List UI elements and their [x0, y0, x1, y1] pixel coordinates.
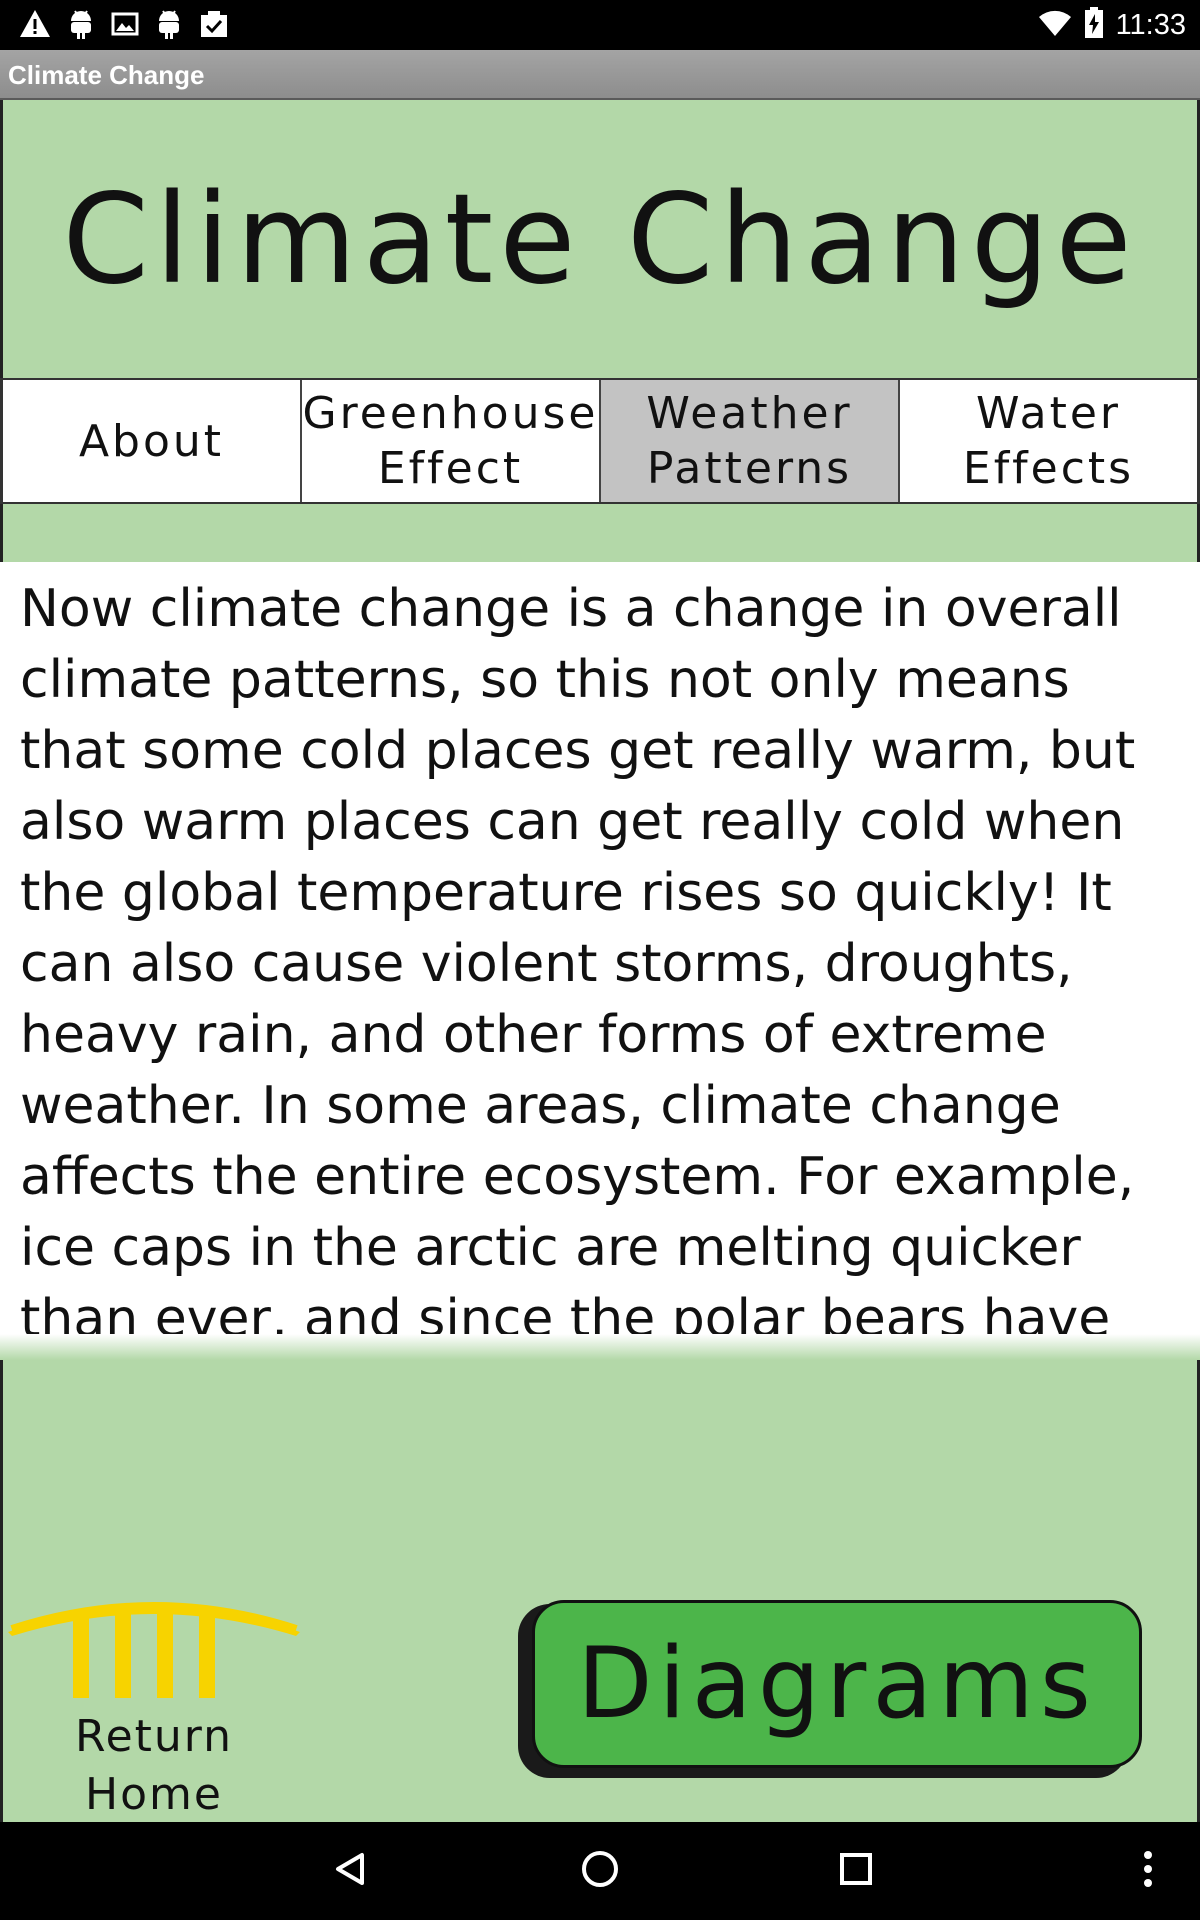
- status-clock: 11:33: [1115, 8, 1186, 41]
- tab-water-effects[interactable]: Water Effects: [898, 380, 1200, 502]
- android-icon: [154, 7, 184, 45]
- content-text-scroll[interactable]: Now climate change is a change in overal…: [0, 562, 1200, 1344]
- tab-weather-patterns[interactable]: Weather Patterns: [599, 380, 898, 502]
- home-button[interactable]: [560, 1822, 640, 1920]
- diagrams-button[interactable]: Diagrams: [532, 1600, 1142, 1768]
- menu-icon: [1142, 1849, 1154, 1893]
- overflow-menu-button[interactable]: [1128, 1822, 1168, 1920]
- tab-about[interactable]: About: [0, 380, 300, 502]
- battery-charging-icon: [1084, 7, 1104, 43]
- tab-label: Weather Patterns: [646, 388, 853, 494]
- warning-icon: [18, 7, 52, 45]
- app-bar: Climate Change: [0, 50, 1200, 100]
- content-body-text: Now climate change is a change in overal…: [20, 579, 1136, 1344]
- status-bar: 11:33: [0, 0, 1200, 50]
- recents-button[interactable]: [816, 1822, 896, 1920]
- android-icon: [66, 7, 96, 45]
- tab-label: Water Effects: [962, 388, 1135, 494]
- temple-icon: [8, 1594, 300, 1706]
- page-title: Climate Change: [62, 168, 1138, 312]
- notification-icons: [18, 7, 230, 45]
- clipboard-check-icon: [198, 7, 230, 45]
- back-button[interactable]: [310, 1822, 390, 1920]
- status-right: 11:33: [1038, 0, 1186, 50]
- recents-icon: [836, 1849, 876, 1893]
- app-bar-title: Climate Change: [8, 60, 205, 90]
- tab-label: About: [78, 415, 225, 467]
- return-home-button[interactable]: Return Home: [8, 1594, 300, 1820]
- image-icon: [110, 7, 140, 45]
- system-nav-bar: [0, 1822, 1200, 1920]
- tab-label: Greenhouse Effect: [302, 388, 599, 494]
- tab-greenhouse-effect[interactable]: Greenhouse Effect: [300, 380, 599, 502]
- home-icon: [580, 1849, 620, 1893]
- return-home-label: Return Home: [74, 1711, 233, 1820]
- scroll-fade-edge: [0, 1334, 1200, 1360]
- back-icon: [330, 1849, 370, 1893]
- tab-bar: About Greenhouse Effect Weather Patterns…: [0, 378, 1200, 504]
- wifi-icon: [1038, 8, 1072, 42]
